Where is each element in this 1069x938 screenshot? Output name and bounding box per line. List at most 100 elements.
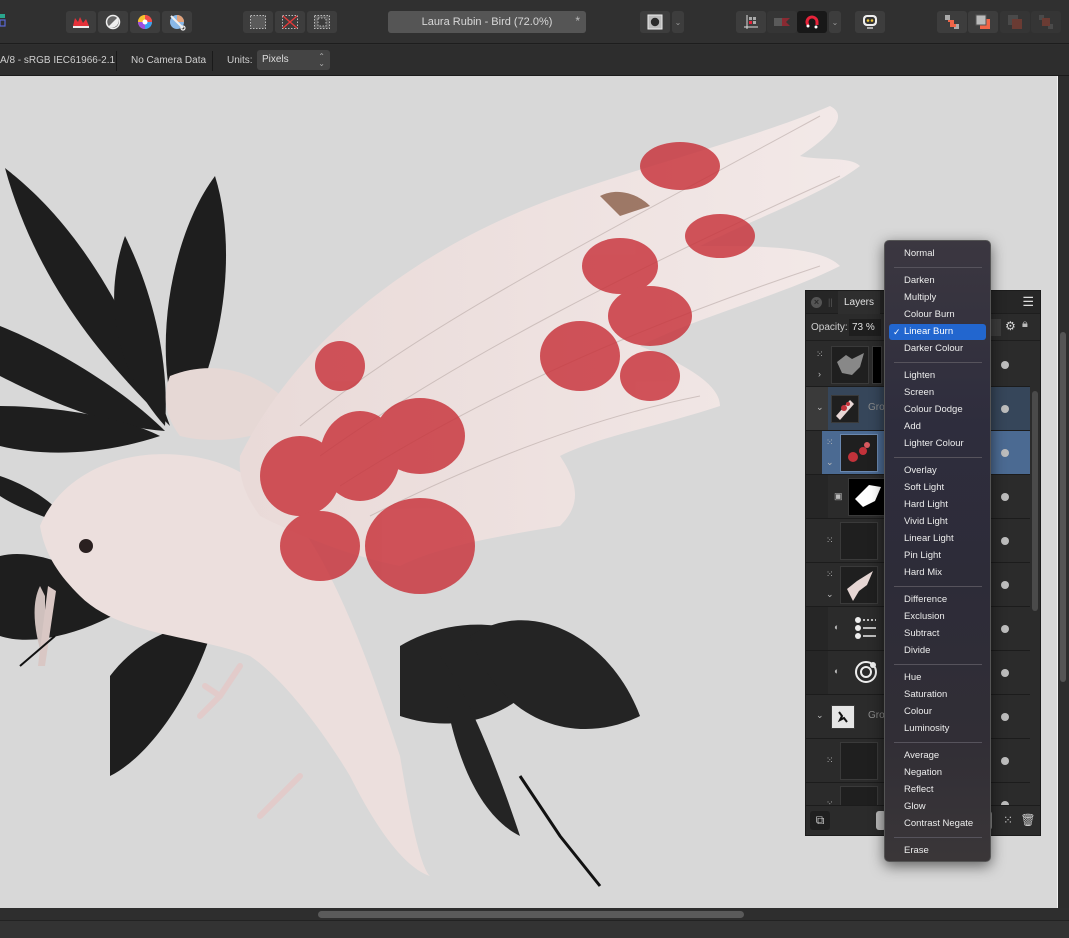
visibility-toggle[interactable] (1001, 713, 1009, 721)
move-to-back-button[interactable] (937, 11, 967, 33)
blend-mode-item-average[interactable]: Average (889, 748, 986, 764)
move-forward-button[interactable] (1000, 11, 1030, 33)
assistant-button[interactable] (855, 11, 885, 33)
gradient-tool-icon (170, 15, 186, 31)
blend-mode-item-colour[interactable]: Colour (889, 704, 986, 720)
blend-mode-item-linear-light[interactable]: Linear Light (889, 531, 986, 547)
persona-icon[interactable] (0, 12, 6, 28)
blend-mode-item-hard-mix[interactable]: Hard Mix (889, 565, 986, 581)
expand-chevron-icon[interactable]: ⌄ (816, 710, 824, 721)
layer-thumbnail (840, 522, 878, 560)
blend-mode-item-linear-burn[interactable]: ✓ Linear Burn (889, 324, 986, 340)
layers-scrollbar[interactable] (1032, 391, 1038, 611)
visibility-toggle[interactable] (1001, 449, 1009, 457)
visibility-toggle[interactable] (1001, 537, 1009, 545)
blend-mode-item-hard-light[interactable]: Hard Light (889, 497, 986, 513)
menu-separator (894, 267, 982, 268)
blend-mode-label: Vivid Light (904, 516, 948, 527)
visibility-toggle[interactable] (1001, 757, 1009, 765)
select-all-button[interactable] (243, 11, 273, 33)
panel-grip-icon[interactable]: || (828, 297, 833, 307)
blend-mode-item-screen[interactable]: Screen (889, 385, 986, 401)
blend-mode-item-overlay[interactable]: Overlay (889, 463, 986, 479)
blend-mode-item-reflect[interactable]: Reflect (889, 782, 986, 798)
vertical-scroll-thumb[interactable] (1060, 332, 1066, 682)
visibility-toggle[interactable] (1001, 405, 1009, 413)
move-to-front-button[interactable] (1031, 11, 1061, 33)
blend-mode-item-normal[interactable]: Normal (889, 246, 986, 262)
blend-mode-item-glow[interactable]: Glow (889, 799, 986, 815)
blend-mode-item-contrast-negate[interactable]: Contrast Negate (889, 816, 986, 832)
blend-mode-label: Reflect (904, 784, 934, 795)
units-label: Units: (227, 55, 253, 66)
blend-mode-item-add[interactable]: Add (889, 419, 986, 435)
move-backward-button[interactable] (968, 11, 998, 33)
expand-chevron-icon[interactable]: › (818, 369, 821, 379)
visibility-toggle[interactable] (1001, 581, 1009, 589)
expand-chevron-icon[interactable]: ⌄ (826, 457, 834, 468)
blend-mode-item-darker-colour[interactable]: Darker Colour (889, 341, 986, 357)
blend-mode-item-vivid-light[interactable]: Vivid Light (889, 514, 986, 530)
expand-chevron-icon[interactable]: ⌄ (816, 402, 824, 413)
grid-snapping-button[interactable] (736, 11, 766, 33)
layer-effects-button[interactable]: ⧉ (810, 811, 830, 830)
force-pixel-alignment-button[interactable] (767, 11, 797, 33)
visibility-toggle[interactable] (1001, 625, 1009, 633)
horizontal-scroll-thumb[interactable] (318, 911, 744, 918)
layer-effects-icon: ⧉ (815, 813, 825, 827)
blend-mode-item-luminosity[interactable]: Luminosity (889, 721, 986, 737)
vertical-scrollbar[interactable] (1058, 76, 1069, 908)
blend-mode-item-erase[interactable]: Erase (889, 843, 986, 859)
lock-icon[interactable]: 🔒︎ (1022, 318, 1028, 331)
panel-menu-icon[interactable]: ☰ (1022, 295, 1034, 308)
blend-mode-label: Divide (904, 645, 931, 656)
blend-mode-item-darken[interactable]: Darken (889, 273, 986, 289)
blend-mode-item-subtract[interactable]: Subtract (889, 626, 986, 642)
horizontal-scrollbar[interactable] (0, 908, 1069, 920)
close-panel-icon[interactable]: × (811, 297, 822, 308)
invert-selection-button[interactable] (307, 11, 337, 33)
visibility-toggle[interactable] (1001, 669, 1009, 677)
blend-mode-item-pin-light[interactable]: Pin Light (889, 548, 986, 564)
select-all-icon (250, 15, 266, 29)
blend-mode-item-hue[interactable]: Hue (889, 670, 986, 686)
snapping-button[interactable] (797, 11, 827, 33)
units-select[interactable]: Pixels ⌃ ⌄ (257, 50, 330, 70)
blend-mode-item-difference[interactable]: Difference (889, 592, 986, 608)
opacity-field[interactable]: 73 % (849, 319, 881, 336)
blend-mode-item-negation[interactable]: Negation (889, 765, 986, 781)
snapping-dropdown[interactable]: ⌄ (829, 11, 841, 33)
gear-icon[interactable]: ⚙ (1005, 319, 1016, 333)
blend-mode-item-saturation[interactable]: Saturation (889, 687, 986, 703)
quick-mask-dropdown[interactable]: ⌄ (672, 11, 684, 33)
expand-chevron-icon[interactable]: ⌄ (826, 589, 834, 600)
quick-mask-button[interactable] (640, 11, 670, 33)
blend-mode-label: Saturation (904, 689, 948, 700)
blend-mode-item-colour-burn[interactable]: Colour Burn (889, 307, 986, 323)
deselect-button[interactable] (275, 11, 305, 33)
visibility-toggle[interactable] (1001, 493, 1009, 501)
layer-thumbnail (848, 610, 886, 648)
blend-mode-item-lighter-colour[interactable]: Lighter Colour (889, 436, 986, 452)
add-pixel-layer-button[interactable]: ⁙ (998, 811, 1018, 830)
blend-mode-item-exclusion[interactable]: Exclusion (889, 609, 986, 625)
tone-adjustment-button[interactable] (98, 11, 128, 33)
blend-mode-item-lighten[interactable]: Lighten (889, 368, 986, 384)
blend-mode-item-colour-dodge[interactable]: Colour Dodge (889, 402, 986, 418)
visibility-toggle[interactable] (1001, 361, 1009, 369)
blend-mode-item-multiply[interactable]: Multiply (889, 290, 986, 306)
gradient-tool-button[interactable] (162, 11, 192, 33)
colour-wheel-button[interactable] (130, 11, 160, 33)
blend-mode-item-divide[interactable]: Divide (889, 643, 986, 659)
menu-separator (894, 586, 982, 587)
blend-mode-select[interactable] (991, 319, 1001, 336)
delete-layer-button[interactable]: 🗑︎ (1018, 811, 1038, 830)
layer-thumbnail (848, 654, 886, 692)
document-title-tab[interactable]: Laura Rubin - Bird (72.0%) * (388, 11, 586, 33)
blend-mode-item-soft-light[interactable]: Soft Light (889, 480, 986, 496)
up-down-arrows-icon: ⌃ ⌄ (318, 52, 325, 68)
divider (116, 51, 117, 71)
levels-adjustment-button[interactable] (66, 11, 96, 33)
tab-layers[interactable]: Layers (838, 291, 880, 314)
menu-separator (894, 362, 982, 363)
